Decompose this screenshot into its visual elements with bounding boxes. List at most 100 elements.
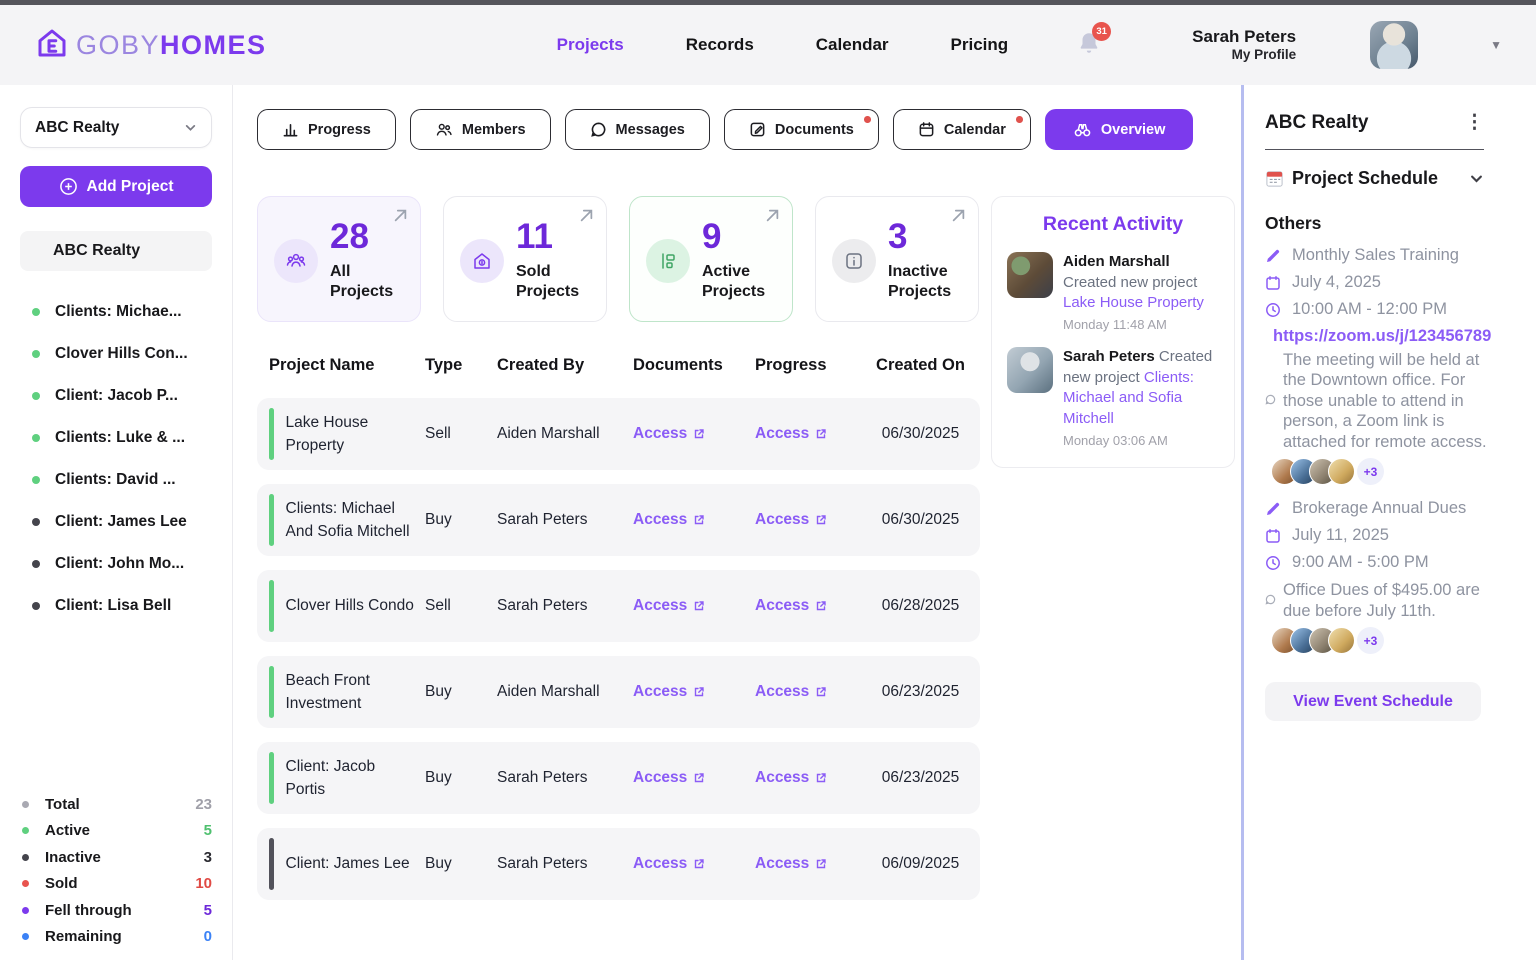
user-avatar[interactable] [1370, 21, 1418, 69]
legend-dot [22, 827, 29, 834]
progress-access-link[interactable]: Access [755, 855, 827, 873]
external-link-icon [693, 686, 705, 698]
legend-dot [22, 933, 29, 940]
sidebar-item-client-3[interactable]: Clients: Luke & ... [20, 417, 212, 459]
event-time: 9:00 AM - 5:00 PM [1292, 553, 1429, 572]
table-row[interactable]: Clients: Michael And Sofia Mitchell Buy … [257, 484, 980, 556]
app-window: GOBYHOMES Projects Records Calendar Pric… [0, 0, 1536, 960]
schedule-calendar-icon [1265, 169, 1284, 188]
more-attendees-badge: +3 [1357, 627, 1384, 654]
external-link-icon [815, 600, 827, 612]
inactive-info-icon [832, 239, 876, 283]
user-info[interactable]: Sarah Peters My Profile [1192, 26, 1296, 64]
card-sold-projects[interactable]: 11 Sold Projects [443, 196, 607, 322]
open-arrow-icon[interactable] [766, 209, 779, 227]
status-dot [32, 350, 40, 358]
event-item: Brokerage Annual Dues July 11, 2025 9:00… [1265, 499, 1509, 654]
nav-pricing[interactable]: Pricing [951, 35, 1009, 55]
documents-access-link[interactable]: Access [633, 425, 705, 443]
external-link-icon [815, 514, 827, 526]
realty-select[interactable]: ABC Realty [20, 107, 212, 148]
card-all-projects[interactable]: 28 All Projects [257, 196, 421, 322]
projects-table: Project Name Type Created By Documents P… [257, 356, 980, 900]
table-row[interactable]: Clover Hills Condo Sell Sarah Peters Acc… [257, 570, 980, 642]
external-link-icon [693, 428, 705, 440]
view-event-schedule-button[interactable]: View Event Schedule [1265, 682, 1481, 721]
documents-access-link[interactable]: Access [633, 855, 705, 873]
status-dot [32, 560, 40, 568]
tab-calendar[interactable]: Calendar [893, 109, 1031, 150]
sidebar-item-client-4[interactable]: Clients: David ... [20, 459, 212, 501]
zoom-meeting-link[interactable]: https://zoom.us/j/123456789 [1273, 327, 1509, 346]
table-row[interactable]: Beach Front Investment Buy Aiden Marshal… [257, 656, 980, 728]
sidebar-item-client-2[interactable]: Client: Jacob P... [20, 375, 212, 417]
notifications-bell-icon[interactable]: 31 [1076, 30, 1102, 61]
row-status-accent [269, 494, 274, 546]
note-bubble-icon [1265, 392, 1276, 410]
table-row[interactable]: Lake House Property Sell Aiden Marshall … [257, 398, 980, 470]
table-row[interactable]: Client: James Lee Buy Sarah Peters Acces… [257, 828, 980, 900]
pencil-icon [1265, 501, 1282, 517]
tab-documents[interactable]: Documents [724, 109, 879, 150]
activity-avatar [1007, 252, 1053, 298]
sidebar-item-client-6[interactable]: Client: John Mo... [20, 543, 212, 585]
sidebar-item-client-7[interactable]: Client: Lisa Bell [20, 585, 212, 627]
user-name: Sarah Peters [1192, 26, 1296, 47]
progress-access-link[interactable]: Access [755, 425, 827, 443]
stat-remaining: Remaining 0 [20, 924, 212, 951]
top-navigation: Projects Records Calendar Pricing 31 Sar… [557, 21, 1502, 69]
nav-projects[interactable]: Projects [557, 35, 624, 55]
status-dot [32, 308, 40, 316]
progress-access-link[interactable]: Access [755, 683, 827, 701]
open-arrow-icon[interactable] [394, 209, 407, 227]
status-dot [32, 518, 40, 526]
members-icon [435, 121, 453, 138]
card-active-projects[interactable]: 9 Active Projects [629, 196, 793, 322]
main-content: Progress Members Messages Documents [233, 85, 1241, 960]
notification-count-badge: 31 [1092, 22, 1111, 41]
select-chevron-down-icon [184, 121, 197, 134]
pencil-icon [1265, 248, 1282, 264]
documents-access-link[interactable]: Access [633, 769, 705, 787]
sidebar-item-client-5[interactable]: Client: James Lee [20, 501, 212, 543]
row-status-accent [269, 666, 274, 718]
progress-access-link[interactable]: Access [755, 769, 827, 787]
event-attendees: +3 [1271, 458, 1509, 485]
external-link-icon [815, 858, 827, 870]
progress-access-link[interactable]: Access [755, 511, 827, 529]
nav-records[interactable]: Records [686, 35, 754, 55]
table-row[interactable]: Client: Jacob Portis Buy Sarah Peters Ac… [257, 742, 980, 814]
activity-project-link[interactable]: Lake House Property [1063, 294, 1204, 311]
event-date: July 4, 2025 [1292, 273, 1381, 292]
event-item: Monthly Sales Training July 4, 2025 10:0… [1265, 246, 1509, 485]
progress-access-link[interactable]: Access [755, 597, 827, 615]
documents-icon [749, 121, 766, 138]
status-dot [32, 392, 40, 400]
sidebar-group-header[interactable]: ABC Realty [20, 231, 212, 271]
divider [1265, 149, 1484, 150]
tab-members[interactable]: Members [410, 109, 551, 150]
documents-access-link[interactable]: Access [633, 511, 705, 529]
card-inactive-projects[interactable]: 3 Inactive Projects [815, 196, 979, 322]
schedule-sidebar: ABC Realty ⋮ Project Schedule Others Mon… [1241, 85, 1509, 960]
sidebar-item-client-1[interactable]: Clover Hills Con... [20, 333, 212, 375]
row-status-accent [269, 752, 274, 804]
add-project-button[interactable]: Add Project [20, 166, 212, 207]
tab-overview[interactable]: Overview [1045, 109, 1194, 150]
tab-messages[interactable]: Messages [565, 109, 710, 150]
external-link-icon [815, 686, 827, 698]
attendee-avatar [1328, 458, 1355, 485]
documents-access-link[interactable]: Access [633, 683, 705, 701]
section-chevron-down-icon[interactable] [1469, 171, 1484, 186]
documents-access-link[interactable]: Access [633, 597, 705, 615]
profile-chevron-down-icon[interactable]: ▼ [1490, 38, 1502, 52]
sidebar-item-client-0[interactable]: Clients: Michae... [20, 291, 212, 333]
recent-activity-title: Recent Activity [1007, 213, 1219, 236]
open-arrow-icon[interactable] [952, 209, 965, 227]
kebab-menu-icon[interactable]: ⋮ [1465, 111, 1484, 134]
status-dot [32, 602, 40, 610]
nav-calendar[interactable]: Calendar [816, 35, 889, 55]
project-schedule-section[interactable]: Project Schedule [1265, 168, 1484, 189]
open-arrow-icon[interactable] [580, 209, 593, 227]
tab-progress[interactable]: Progress [257, 109, 396, 150]
